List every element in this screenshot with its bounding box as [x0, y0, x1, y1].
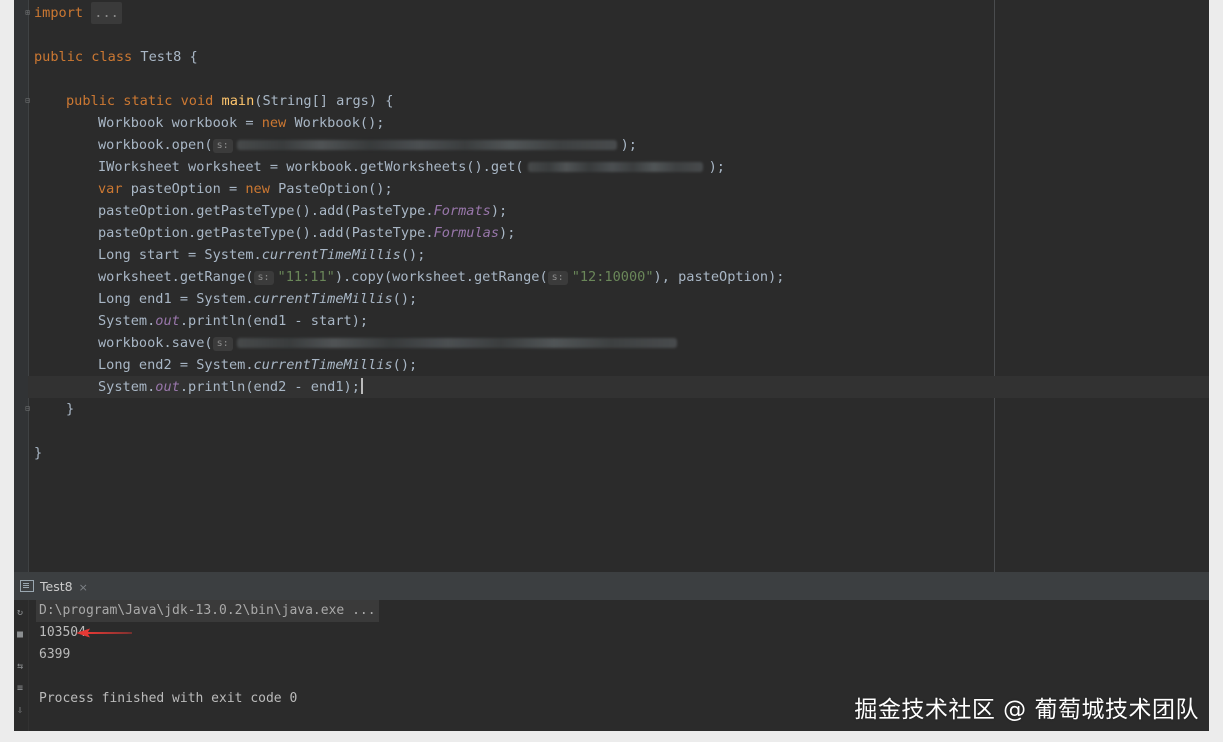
static-method: currentTimeMillis — [253, 357, 393, 373]
parameter-hint: s: — [212, 139, 233, 153]
code-line-class-close[interactable]: } — [34, 442, 42, 464]
method-signature: (String[] args) { — [254, 93, 394, 109]
class-name: Test8 { — [140, 49, 198, 65]
static-field: out — [155, 379, 180, 395]
keyword-new: new — [245, 181, 270, 197]
keyword-class: class — [91, 49, 133, 65]
code-line[interactable]: Long end1 = System.currentTimeMillis(); — [98, 288, 417, 310]
code-line-main-method[interactable]: public static void main(String[] args) { — [66, 90, 393, 112]
code-text: Workbook workbook = — [98, 115, 262, 131]
code-text: workbook.open( — [98, 137, 213, 153]
keyword-import: import — [34, 5, 84, 21]
code-text: worksheet.getRange( — [98, 269, 254, 285]
code-text: .println(end2 - end1); — [179, 379, 360, 395]
code-text: PasteOption(); — [278, 181, 393, 197]
code-line[interactable]: Long end2 = System.currentTimeMillis(); — [98, 354, 417, 376]
code-text: System. — [98, 379, 156, 395]
code-line[interactable]: pasteOption.getPasteType().add(PasteType… — [98, 222, 515, 244]
code-text: ); — [490, 203, 508, 219]
keyword-public: public — [34, 49, 84, 65]
red-arrow-annotation — [76, 628, 132, 638]
code-line-current[interactable]: System.out.println(end2 - end1); — [28, 376, 1209, 398]
run-command-line[interactable]: D:\program\Java\jdk-13.0.2\bin\java.exe … — [36, 600, 379, 622]
code-text: Long start = System. — [98, 247, 262, 263]
code-text: IWorksheet worksheet = workbook.getWorks… — [98, 159, 524, 175]
code-line-method-close[interactable]: } — [66, 398, 74, 420]
code-line[interactable]: var pasteOption = new PasteOption(); — [98, 178, 393, 200]
code-text: ), pasteOption); — [653, 269, 785, 285]
code-text: (); — [392, 357, 418, 373]
method-name: main — [221, 93, 255, 109]
keyword-void: void — [180, 93, 214, 109]
code-text: Long end1 = System. — [98, 291, 254, 307]
static-field: Formulas — [433, 225, 500, 241]
keyword-static: static — [123, 93, 173, 109]
code-text: ); — [499, 225, 516, 241]
code-text: workbook.save( — [98, 335, 213, 351]
code-text: pasteOption.getPasteType().add(PasteType… — [98, 225, 434, 241]
soft-wrap-icon[interactable]: ≡ — [15, 684, 25, 694]
redacted-sheet-name — [527, 162, 703, 172]
code-text: ); — [620, 137, 637, 153]
code-line-class-declaration[interactable]: public class Test8 { — [34, 46, 198, 68]
run-tab-bar: Test8 × — [14, 573, 1209, 600]
code-text: pasteOption.getPasteType().add(PasteType… — [98, 203, 434, 219]
code-text: ).copy(worksheet.getRange( — [334, 269, 548, 285]
keyword-var: var — [98, 181, 123, 197]
code-text: pasteOption = — [122, 181, 246, 197]
fold-expand-icon[interactable]: ⊞ — [23, 8, 32, 17]
run-tab-label: Test8 — [40, 579, 73, 594]
code-line-import[interactable]: import ... — [34, 2, 122, 24]
string-literal: "12:10000" — [571, 269, 654, 285]
static-field: out — [155, 313, 180, 329]
code-text: ); — [708, 159, 725, 175]
code-text: } — [34, 445, 43, 461]
keyword-new: new — [261, 115, 287, 131]
folded-imports-chip[interactable]: ... — [91, 2, 122, 24]
code-line[interactable]: System.out.println(end1 - start); — [98, 310, 368, 332]
code-line[interactable]: workbook.save(s: — [98, 332, 677, 354]
run-tab-test8[interactable]: Test8 × — [20, 577, 88, 597]
close-icon[interactable]: × — [79, 581, 88, 594]
exit-message: Process finished with exit code 0 — [39, 691, 298, 706]
right-margin-guide — [994, 0, 995, 572]
editor-gutter[interactable] — [14, 0, 28, 572]
stop-icon[interactable]: ■ — [15, 630, 25, 640]
code-line[interactable]: workbook.open(s:); — [98, 134, 637, 156]
code-text: (); — [400, 247, 426, 263]
keyword-public: public — [66, 93, 116, 109]
fold-collapse-icon[interactable]: ⊟ — [23, 96, 32, 105]
rerun-icon[interactable]: ↻ — [15, 608, 25, 618]
code-line[interactable]: worksheet.getRange(s: "11:11").copy(works… — [98, 266, 784, 288]
restore-layout-icon[interactable]: ⇆ — [15, 662, 25, 672]
code-text: System. — [98, 313, 156, 329]
run-toolbar: ↻ ■ ⇆ ≡ ⇩ — [14, 600, 29, 731]
string-literal: "11:11" — [277, 269, 335, 285]
code-text: Long end2 = System. — [98, 357, 254, 373]
console-output-line: 6399 — [39, 647, 71, 662]
code-line[interactable]: Long start = System.currentTimeMillis(); — [98, 244, 425, 266]
text-caret — [360, 378, 363, 394]
redacted-path — [236, 338, 677, 348]
parameter-hint: s: — [212, 337, 233, 351]
gutter-divider — [28, 0, 29, 572]
parameter-hint: s: — [547, 271, 568, 285]
code-line[interactable]: IWorksheet worksheet = workbook.getWorks… — [98, 156, 725, 178]
code-text: } — [66, 401, 75, 417]
parameter-hint: s: — [253, 271, 274, 285]
code-text: .println(end1 - start); — [179, 313, 369, 329]
static-field: Formats — [433, 203, 491, 219]
code-line[interactable]: pasteOption.getPasteType().add(PasteType… — [98, 200, 507, 222]
fold-end-icon[interactable]: ⊟ — [23, 404, 32, 413]
code-text: Workbook(); — [294, 115, 385, 131]
code-editor[interactable]: ⊞ ⊟ ⊟ import ... public class Test8 { pu… — [14, 0, 1209, 572]
static-method: currentTimeMillis — [253, 291, 393, 307]
console-icon — [20, 580, 34, 592]
redacted-path — [236, 140, 617, 150]
static-method: currentTimeMillis — [261, 247, 401, 263]
code-line[interactable]: Workbook workbook = new Workbook(); — [98, 112, 384, 134]
watermark: 掘金技术社区 @ 葡萄城技术团队 — [854, 697, 1199, 723]
scroll-to-end-icon[interactable]: ⇩ — [15, 706, 25, 716]
code-text: (); — [392, 291, 418, 307]
